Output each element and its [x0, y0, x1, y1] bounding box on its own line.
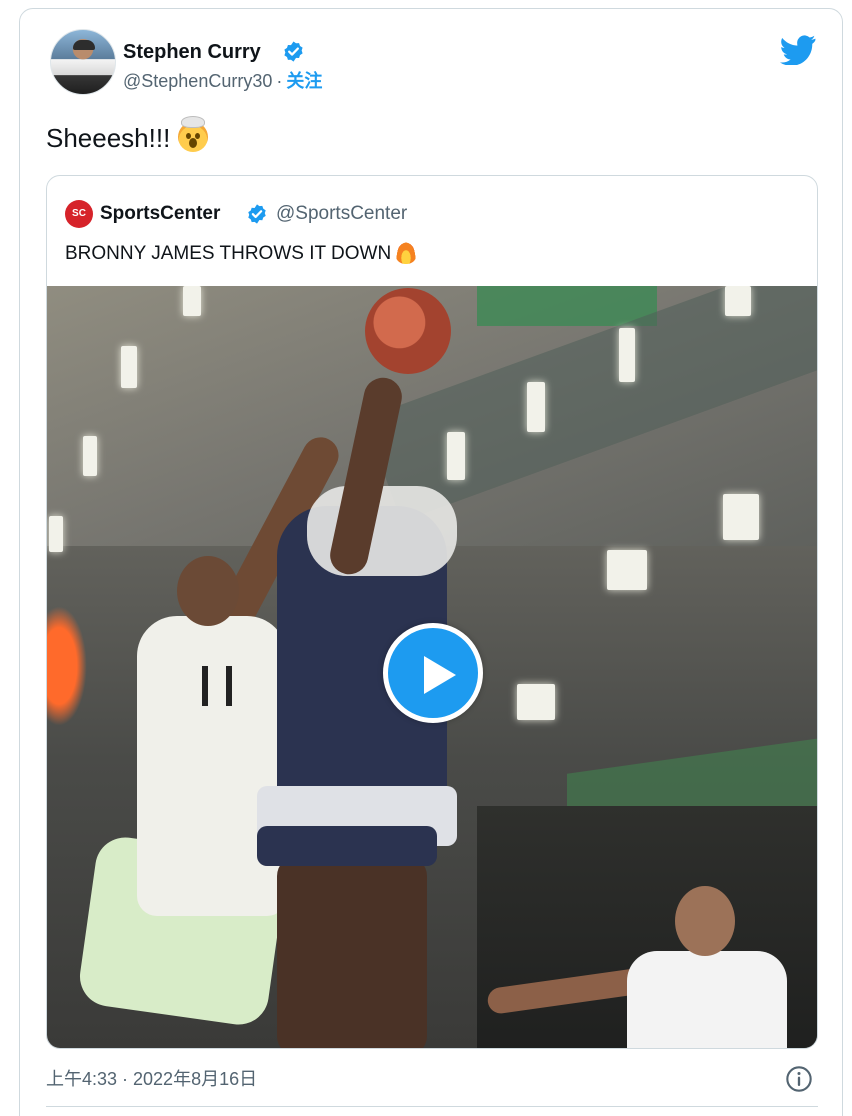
quoted-author-handle[interactable]: @SportsCenter [276, 202, 407, 226]
video-scene-light [619, 328, 635, 382]
divider [46, 1106, 818, 1107]
video-scene-light [725, 286, 751, 316]
quoted-tweet-text-body: BRONNY JAMES THROWS IT DOWN [65, 243, 392, 264]
emoji-mouth [188, 138, 197, 148]
tweet-text: Sheeesh!!! [46, 116, 208, 155]
avatar[interactable] [50, 29, 116, 95]
quoted-author-name[interactable]: SportsCenter [100, 202, 220, 226]
video-scene-light [723, 494, 759, 540]
emoji-blast [180, 116, 205, 128]
quoted-tweet[interactable]: SC SportsCenter @SportsCenter BRONNY JAM… [46, 175, 818, 1049]
verified-icon [248, 204, 266, 224]
video-player-figure [627, 951, 787, 1048]
tweet-text-body: Sheeesh!!! [46, 123, 171, 153]
author-name[interactable]: Stephen Curry [123, 40, 261, 64]
fire-emoji-icon [395, 240, 418, 264]
sportscenter-logo-icon[interactable]: SC [65, 200, 93, 228]
quoted-tweet-text: BRONNY JAMES THROWS IT DOWN [65, 240, 418, 267]
exploding-head-emoji-icon [177, 116, 208, 152]
video-scene-light [517, 684, 555, 720]
video-scene-light [183, 286, 201, 316]
twitter-bird-icon[interactable] [780, 35, 816, 65]
video-player-figure [137, 616, 287, 916]
avatar-cap [73, 40, 95, 50]
video-scene-banner [477, 286, 657, 326]
basketball [365, 288, 451, 374]
author-handle[interactable]: @StephenCurry30 [123, 71, 272, 91]
author-handle-line: @StephenCurry30 · 关注 [123, 70, 322, 92]
video-player-figure [177, 556, 239, 626]
video-scene-light [121, 346, 137, 388]
video-player-figure [307, 486, 457, 576]
video-scene-light [447, 432, 465, 480]
verified-icon [284, 41, 303, 62]
video-scene-light [49, 516, 63, 552]
video-scene-light [607, 550, 647, 590]
video-player-figure [277, 856, 427, 1048]
info-icon[interactable] [785, 1065, 813, 1093]
video-scene-light [83, 436, 97, 476]
follow-button[interactable]: 关注 [286, 71, 322, 91]
video-player-figure [675, 886, 735, 956]
video-scene-light [527, 382, 545, 432]
video-jersey-number [202, 666, 232, 706]
video-player[interactable] [47, 286, 817, 1048]
handle-separator: · [276, 71, 283, 91]
tweet-timestamp[interactable]: 上午4:33 · 2022年8月16日 [46, 1067, 257, 1091]
video-scene-glow [47, 606, 87, 726]
play-button[interactable] [383, 623, 483, 723]
video-player-figure [257, 826, 437, 866]
tweet-card[interactable]: Stephen Curry @StephenCurry30 · 关注 Sheeesh… [19, 8, 843, 1116]
play-icon [424, 656, 456, 694]
